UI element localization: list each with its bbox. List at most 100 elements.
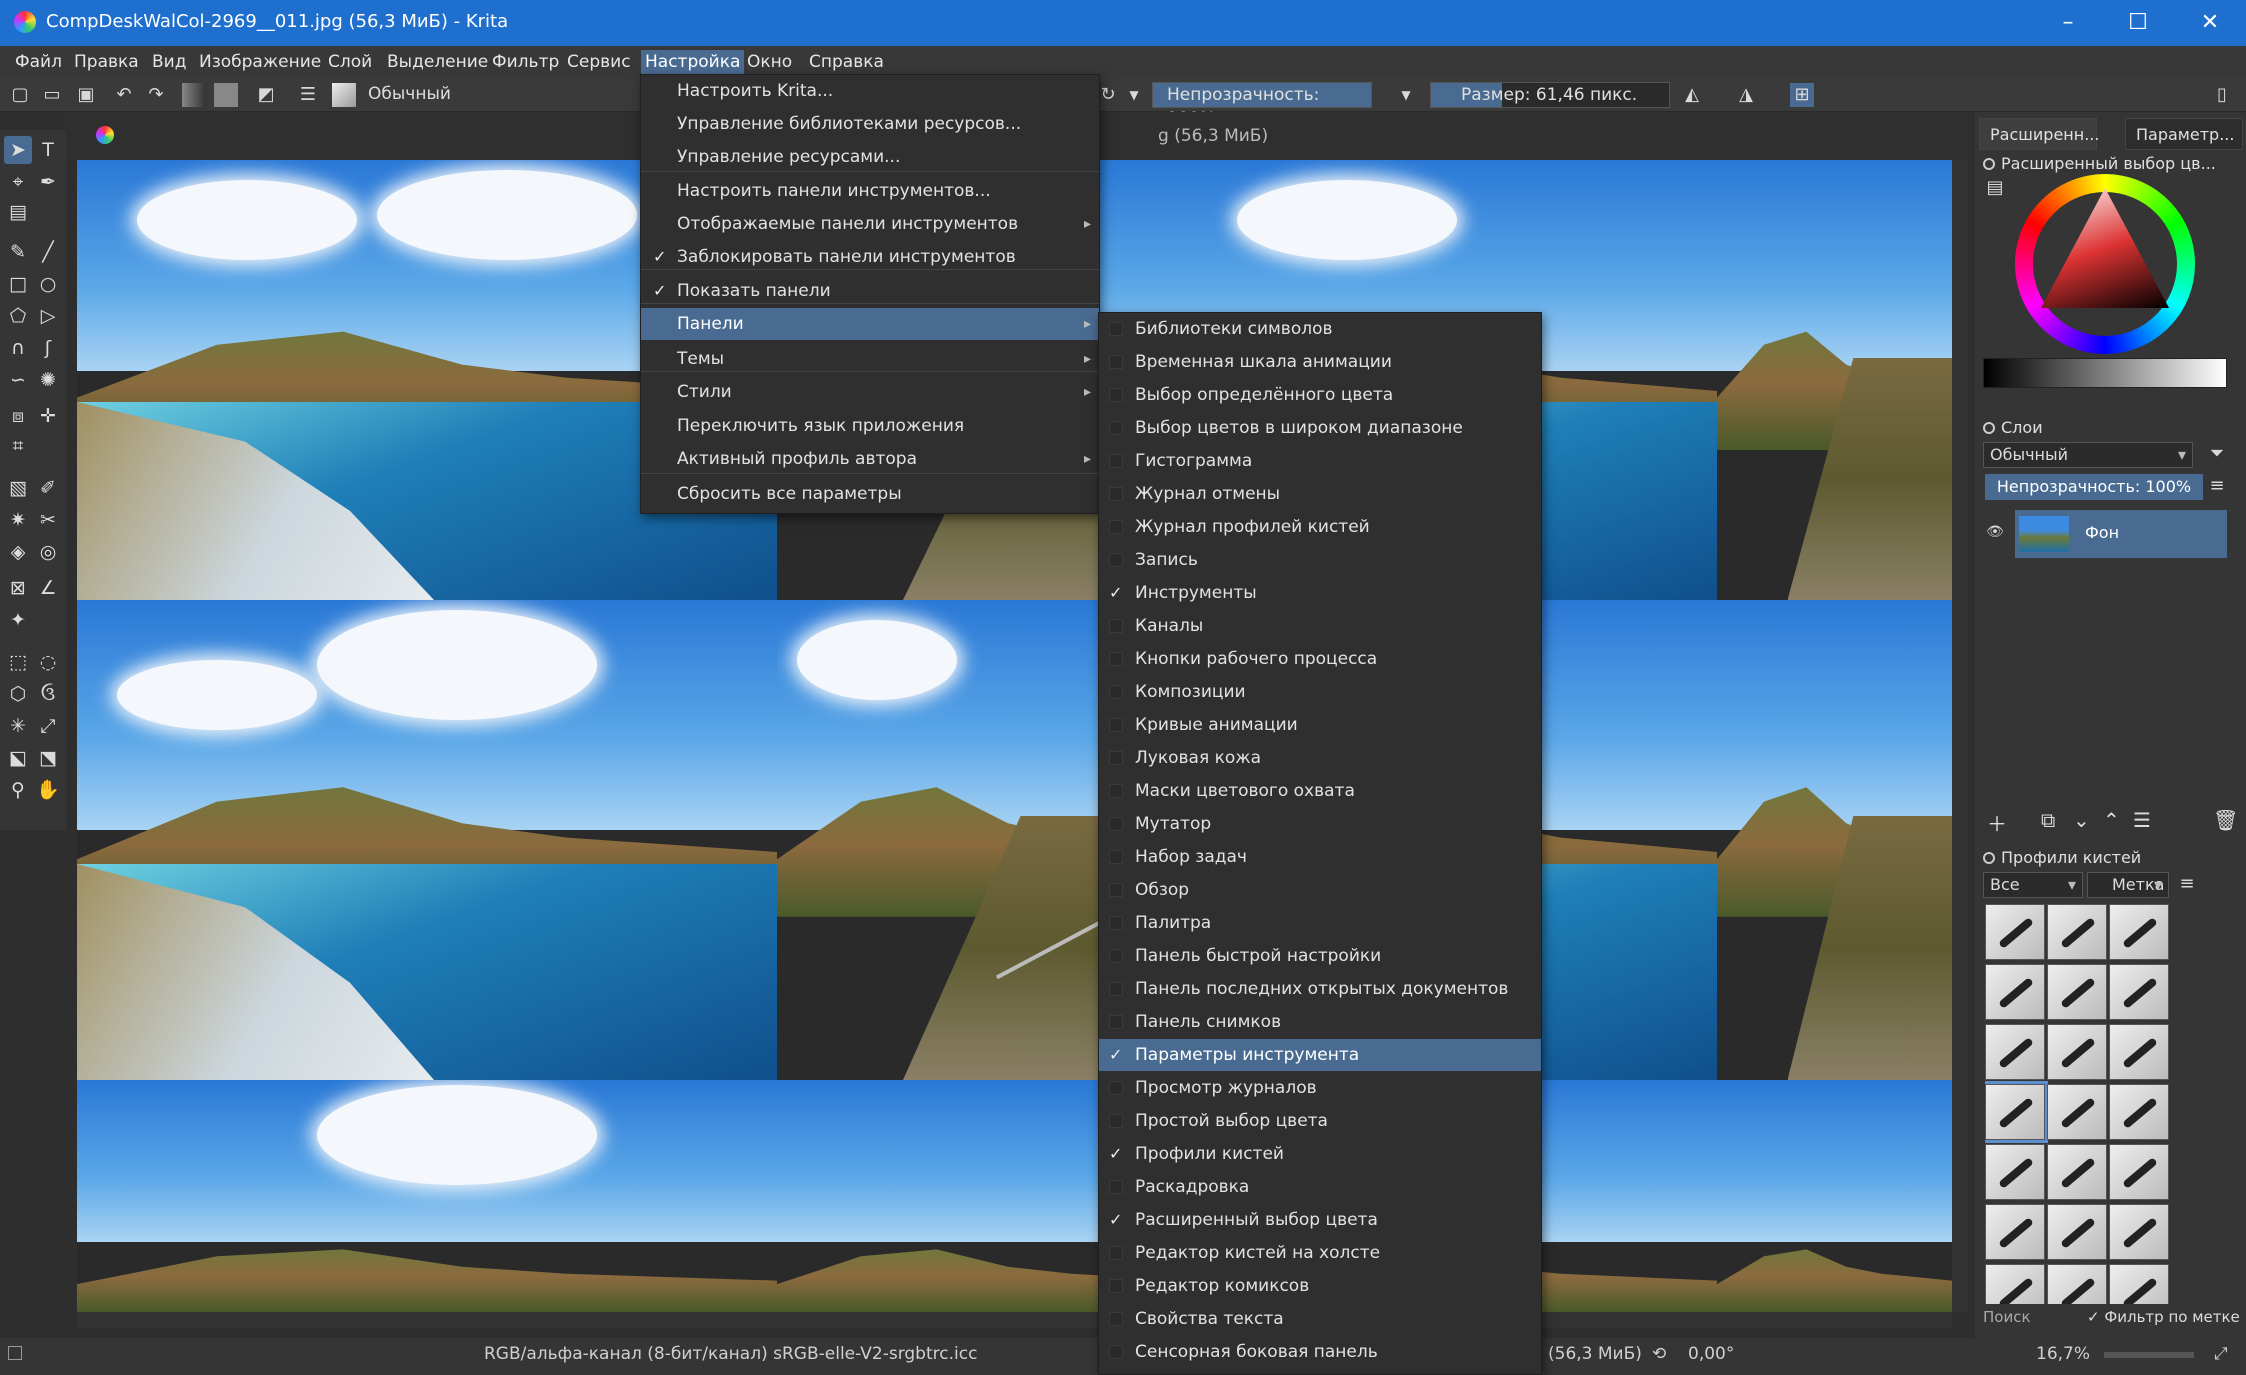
panel-layout-icon[interactable]: ▯ [2210, 83, 2234, 107]
ellipse-select-tool-icon[interactable]: ◌ [34, 648, 62, 676]
brush-preset-icon[interactable] [332, 83, 356, 107]
transform-tool-icon[interactable]: ⧈ [4, 402, 32, 430]
docker-menu-item[interactable]: Временная шкала анимации [1099, 346, 1541, 378]
zoom-slider[interactable] [2104, 1352, 2194, 1358]
brush-settings-icon[interactable]: ☰ [296, 83, 320, 107]
docker-menu-item[interactable]: ✓ Расширенный выбор цвета [1099, 1204, 1541, 1236]
brush-search-input[interactable]: Поиск [1983, 1304, 2083, 1330]
settings-menu-item[interactable]: Управление библиотеками ресурсов... [641, 108, 1099, 140]
docker-menu-item[interactable]: Простой выбор цвета [1099, 1105, 1541, 1137]
layer-properties-icon[interactable]: ☰ [2133, 808, 2151, 832]
docker-menu-item[interactable]: Мутатор [1099, 808, 1541, 840]
brush-preset[interactable] [2109, 1264, 2169, 1304]
settings-menu-item[interactable]: Активный профиль автора ▸ [641, 443, 1099, 475]
settings-menu-item[interactable]: Настроить панели инструментов... [641, 175, 1099, 207]
dynamic-brush-tool-icon[interactable]: ∽ [4, 366, 32, 394]
menu-layer[interactable]: Слой [324, 50, 376, 74]
similar-select-tool-icon[interactable]: ⤢ [34, 712, 62, 740]
brush-preset[interactable] [2047, 1264, 2107, 1304]
docker-menu-item[interactable]: Редактор комиксов [1099, 1270, 1541, 1302]
docker-menu-item[interactable]: Сенсорная боковая панель [1099, 1336, 1541, 1368]
settings-menu-item[interactable]: Переключить язык приложения [641, 410, 1099, 442]
docker-menu-item[interactable]: Журнал профилей кистей [1099, 511, 1541, 543]
brush-preset-selected[interactable] [1985, 1081, 2048, 1143]
calligraphy-tool-icon[interactable]: ✒ [34, 168, 62, 196]
multibrush-tool-icon[interactable]: ✺ [34, 366, 62, 394]
docker-menu-item[interactable]: ✓ Параметры инструмента [1099, 1039, 1541, 1071]
gradient-fill-tool-icon[interactable]: ▧ [4, 474, 32, 502]
mirror-vertical-icon[interactable]: ◮ [1734, 83, 1758, 107]
horizontal-scrollbar[interactable] [77, 1312, 1952, 1328]
chevron-down-icon[interactable]: ▼ [1122, 83, 1146, 107]
docker-menu-item[interactable]: Маски цветового охвата [1099, 775, 1541, 807]
docker-menu-item[interactable]: ✓ Профили кистей [1099, 1138, 1541, 1170]
view-mode-icon[interactable]: ≡ [2175, 872, 2199, 896]
blend-mode-label[interactable]: Обычный [368, 84, 451, 104]
brush-preset[interactable] [2109, 904, 2169, 960]
fill-tool-icon[interactable]: ◈ [4, 538, 32, 566]
settings-menu-item[interactable]: Панели ▸ [641, 308, 1099, 340]
mirror-horizontal-icon[interactable]: ◭ [1680, 83, 1704, 107]
crop-tool-icon[interactable]: ⌗ [4, 432, 32, 460]
layer-row[interactable]: Фон [2015, 510, 2227, 558]
move-up-icon[interactable]: ⌃ [2103, 808, 2120, 832]
settings-menu-item[interactable]: Управление ресурсами... [641, 141, 1099, 173]
docker-menu-item[interactable]: Раскадровка [1099, 1171, 1541, 1203]
minimize-button[interactable]: – [2048, 8, 2088, 38]
brush-preset[interactable] [1985, 1144, 2045, 1200]
menu-settings[interactable]: Настройка [641, 50, 745, 74]
brush-preset[interactable] [1985, 964, 2045, 1020]
move-tool-icon[interactable]: ✛ [34, 402, 62, 430]
duplicate-layer-icon[interactable]: ⧉ [2041, 808, 2055, 832]
rectangle-tool-icon[interactable]: □ [4, 270, 32, 298]
layer-menu-icon[interactable]: ≡ [2205, 474, 2229, 498]
settings-menu-item[interactable]: Отображаемые панели инструментов ▸ [641, 208, 1099, 240]
brush-preset[interactable] [2047, 1144, 2107, 1200]
docker-menu-item[interactable]: Каналы [1099, 610, 1541, 642]
brush-preset[interactable] [2109, 1204, 2169, 1260]
docker-menu-item[interactable]: ✓ Инструменты [1099, 577, 1541, 609]
maximize-button[interactable]: ☐ [2118, 8, 2158, 38]
gradient-icon[interactable] [182, 83, 206, 107]
menu-window[interactable]: Окно [743, 50, 796, 74]
rotation-value[interactable]: 0,00° [1688, 1344, 1734, 1364]
shade-selector[interactable] [1983, 358, 2227, 388]
brush-tool-icon[interactable]: ✎ [4, 238, 32, 266]
docker-menu-item[interactable]: Редактор кистей на холсте [1099, 1237, 1541, 1269]
text-tool-icon[interactable]: T [34, 136, 62, 164]
opacity-slider[interactable]: Непрозрачность: 100% [1152, 82, 1372, 129]
color-picker-tool-icon[interactable]: ✐ [34, 474, 62, 502]
brush-preset[interactable] [1985, 1024, 2045, 1080]
menu-help[interactable]: Справка [805, 50, 888, 74]
docker-menu-item[interactable]: Журнал отмены [1099, 478, 1541, 510]
settings-menu-item[interactable]: Сбросить все параметры [641, 478, 1099, 510]
docker-menu-item[interactable]: Свойства текста [1099, 1303, 1541, 1335]
document-title[interactable]: g (56,3 МиБ) [1158, 126, 1268, 146]
docker-menu-item[interactable]: Палитра [1099, 907, 1541, 939]
smart-patch-tool-icon[interactable]: ✷ [4, 506, 32, 534]
edit-shape-tool-icon[interactable]: ⌖ [4, 168, 32, 196]
bezier-select-tool-icon[interactable]: ⬕ [4, 744, 32, 772]
add-layer-icon[interactable]: ＋ [1987, 808, 2007, 837]
brush-preset[interactable] [1985, 1264, 2045, 1304]
assistant-tool-icon[interactable]: ⊠ [4, 574, 32, 602]
chevron-down-icon[interactable]: ▼ [1394, 83, 1418, 107]
color-settings-icon[interactable]: ▤ [1983, 176, 2007, 200]
wraparound-icon[interactable]: ⊞ [1790, 83, 1814, 107]
open-icon[interactable]: ▭ [40, 83, 64, 107]
brush-preset[interactable] [2109, 1144, 2169, 1200]
redo-icon[interactable]: ↷ [144, 83, 168, 107]
brush-preset[interactable] [2109, 1024, 2169, 1080]
zoom-value[interactable]: 16,7% [2036, 1344, 2090, 1364]
filter-by-tag-checkbox[interactable]: ✓ Фильтр по метке [2087, 1304, 2240, 1330]
trash-icon[interactable]: 🗑 [2213, 808, 2238, 832]
docker-menu-item[interactable]: Просмотр журналов [1099, 1072, 1541, 1104]
brush-tag-select[interactable]: Метка [2087, 872, 2169, 898]
new-icon[interactable]: ▢ [8, 83, 32, 107]
rotate-icon[interactable]: ⟲ [1652, 1344, 1666, 1364]
docker-menu-item[interactable]: Запись [1099, 544, 1541, 576]
layer-blend-select[interactable]: Обычный [1983, 442, 2193, 468]
undo-icon[interactable]: ↶ [112, 83, 136, 107]
polyline-tool-icon[interactable]: ▷ [34, 302, 62, 330]
docker-menu-item[interactable]: Обзор [1099, 874, 1541, 906]
